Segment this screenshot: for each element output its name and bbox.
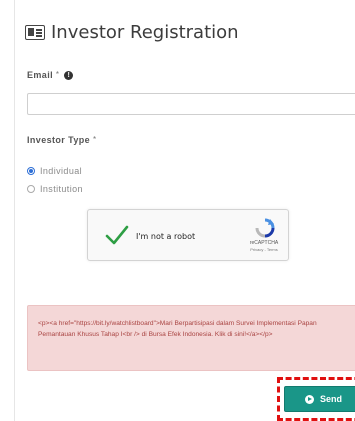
registration-panel: Investor Registration Email * ! Investor… (14, 0, 355, 421)
play-circle-icon (304, 394, 314, 404)
investor-type-label: Investor Type * (27, 135, 97, 145)
form-title-text: Investor Registration (51, 22, 239, 43)
info-icon[interactable]: ! (64, 71, 74, 81)
recaptcha-links[interactable]: Privacy - Terms (248, 247, 280, 252)
radio-button-checked[interactable] (27, 167, 35, 175)
id-card-icon (25, 25, 45, 40)
recaptcha-logo-icon (255, 218, 275, 238)
required-marker: * (55, 70, 60, 79)
radio-label-individual: Individual (40, 166, 83, 176)
captcha-label: I'm not a robot (136, 232, 196, 241)
recaptcha-widget: I'm not a robot reCAPTCHA Privacy - Term… (87, 209, 289, 261)
email-label: Email * ! (27, 70, 74, 81)
radio-button[interactable] (27, 185, 35, 193)
recaptcha-brand: reCAPTCHA (249, 240, 279, 246)
email-input[interactable] (27, 93, 355, 115)
send-button[interactable]: Send (284, 386, 355, 412)
send-button-label: Send (319, 394, 342, 404)
form-title: Investor Registration (25, 22, 239, 43)
required-marker: * (92, 135, 97, 144)
survey-alert: <p><a href="https://bit.ly/watchlistboar… (27, 305, 355, 371)
radio-individual[interactable]: Individual (27, 166, 82, 176)
radio-institution[interactable]: Institution (27, 184, 83, 194)
checkmark-icon[interactable] (104, 222, 130, 248)
radio-label-institution: Institution (40, 184, 83, 194)
